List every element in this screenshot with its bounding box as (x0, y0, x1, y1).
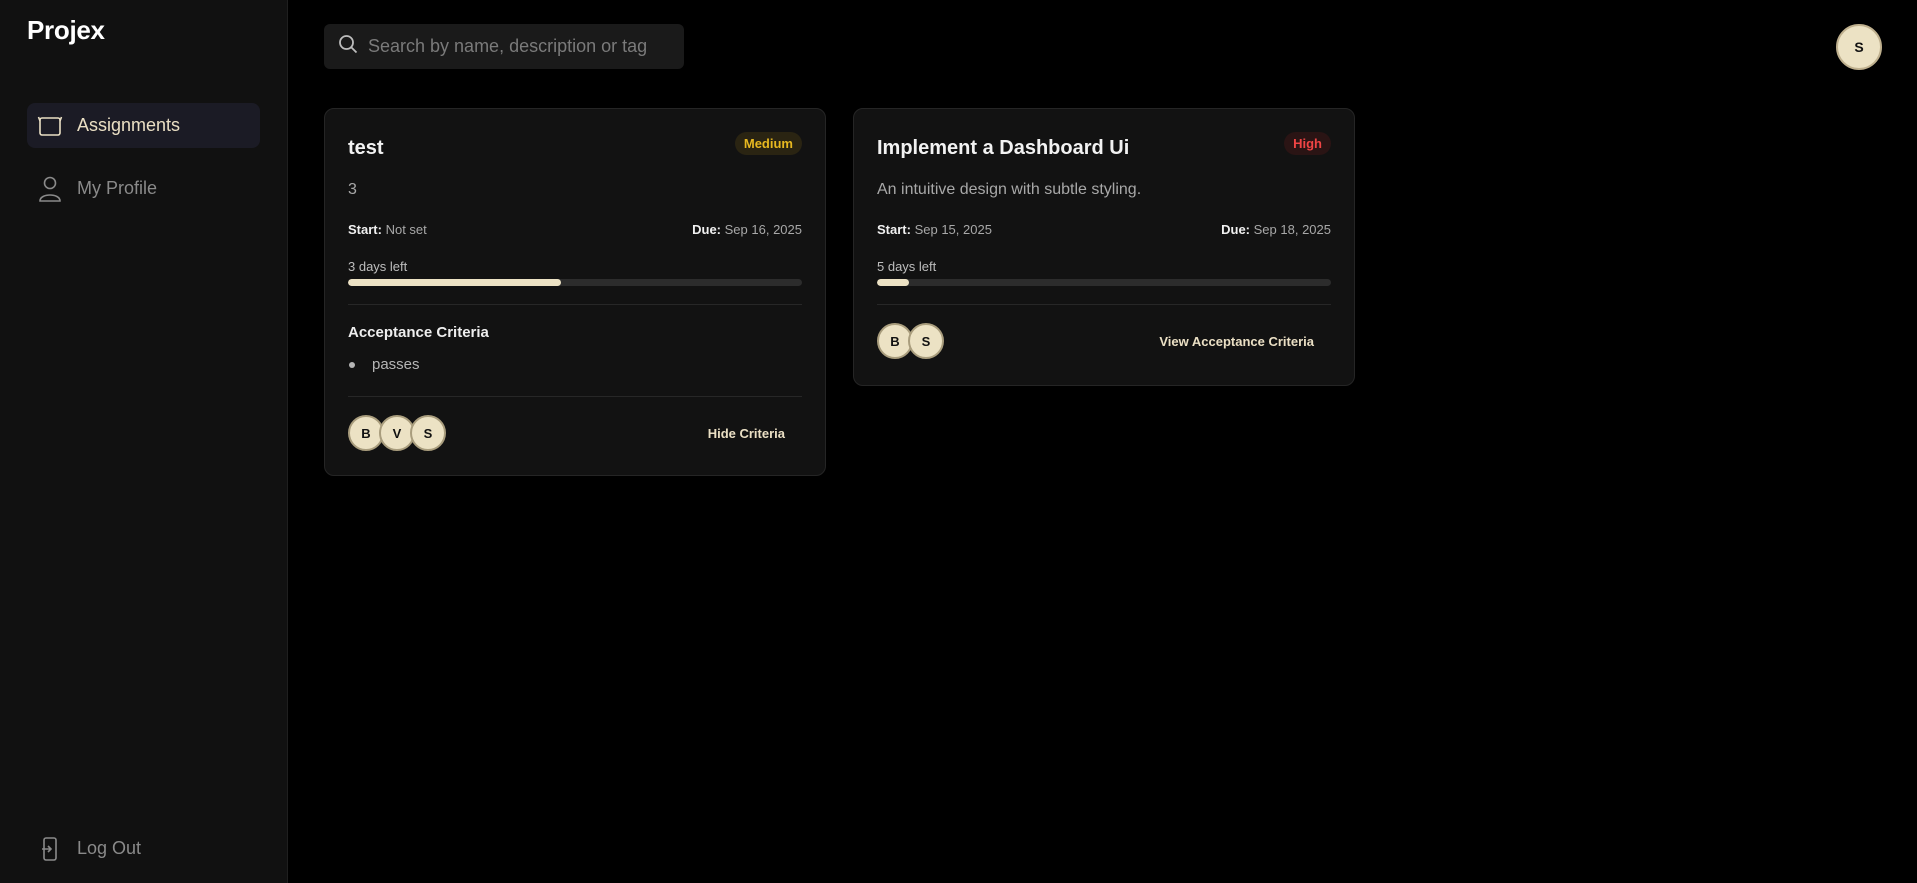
due-date: Due: Sep 16, 2025 (692, 222, 802, 237)
card-description: 3 (348, 181, 357, 198)
card-title: test (348, 137, 384, 159)
due-date: Due: Sep 18, 2025 (1221, 222, 1331, 237)
start-label: Start: (348, 222, 382, 237)
card-title: Implement a Dashboard Ui (877, 137, 1130, 159)
priority-badge: High (1284, 132, 1331, 155)
user-avatar[interactable]: S (1836, 24, 1882, 70)
due-value: Sep 16, 2025 (724, 222, 802, 237)
member-avatars: B S (877, 323, 944, 359)
divider (348, 396, 802, 397)
criteria-item: passes (348, 356, 420, 373)
start-value: Sep 15, 2025 (914, 222, 992, 237)
due-label: Due: (1221, 222, 1251, 237)
progress-bar (877, 279, 1331, 286)
logout-label: Log Out (77, 838, 142, 858)
progress-fill (348, 279, 562, 286)
member-avatars: B V S (348, 415, 446, 451)
bullet-icon (349, 361, 355, 368)
card-dates: Start: Sep 15, 2025 Due: Sep 18, 2025 (877, 222, 1331, 237)
progress-bar (348, 279, 802, 286)
priority-badge: Medium (734, 132, 802, 155)
assignment-card: Implement a Dashboard Ui High An intuiti… (853, 108, 1355, 386)
sidebar: Projex Assignments My Profile Log Out (0, 0, 288, 883)
card-description: An intuitive design with subtle styling. (877, 181, 1142, 198)
divider (348, 304, 802, 305)
hide-criteria-button[interactable]: Hide Criteria (708, 426, 785, 441)
brand-logo: Projex (27, 15, 105, 45)
sidebar-item-label: My Profile (77, 178, 158, 198)
start-value: Not set (385, 222, 427, 237)
view-criteria-button[interactable]: View Acceptance Criteria (1159, 334, 1314, 349)
search-input[interactable] (368, 36, 668, 57)
clipboard-icon (35, 111, 65, 141)
sidebar-item-label: Assignments (77, 115, 181, 135)
start-label: Start: (877, 222, 911, 237)
divider (877, 304, 1331, 305)
sidebar-item-assignments[interactable]: Assignments (27, 103, 260, 148)
due-label: Due: (692, 222, 722, 237)
assignment-card: test Medium 3 Start: Not set Due: Sep 16… (324, 108, 826, 476)
due-value: Sep 18, 2025 (1253, 222, 1331, 237)
user-icon (35, 174, 65, 204)
search-icon (338, 34, 358, 59)
search-bar (324, 24, 684, 69)
sidebar-item-profile[interactable]: My Profile (27, 166, 260, 211)
logout-icon (35, 834, 65, 864)
days-left: 5 days left (877, 259, 937, 274)
card-dates: Start: Not set Due: Sep 16, 2025 (348, 222, 802, 237)
criteria-title: Acceptance Criteria (348, 324, 489, 341)
criteria-text: passes (372, 356, 420, 373)
member-avatar[interactable]: S (908, 323, 944, 359)
start-date: Start: Sep 15, 2025 (877, 222, 992, 237)
start-date: Start: Not set (348, 222, 427, 237)
progress-fill (877, 279, 909, 286)
app: Projex Assignments My Profile Log Out Se… (0, 0, 1917, 883)
member-avatar[interactable]: S (410, 415, 446, 451)
logout-button[interactable]: Log Out (27, 826, 260, 871)
days-left: 3 days left (348, 259, 408, 274)
